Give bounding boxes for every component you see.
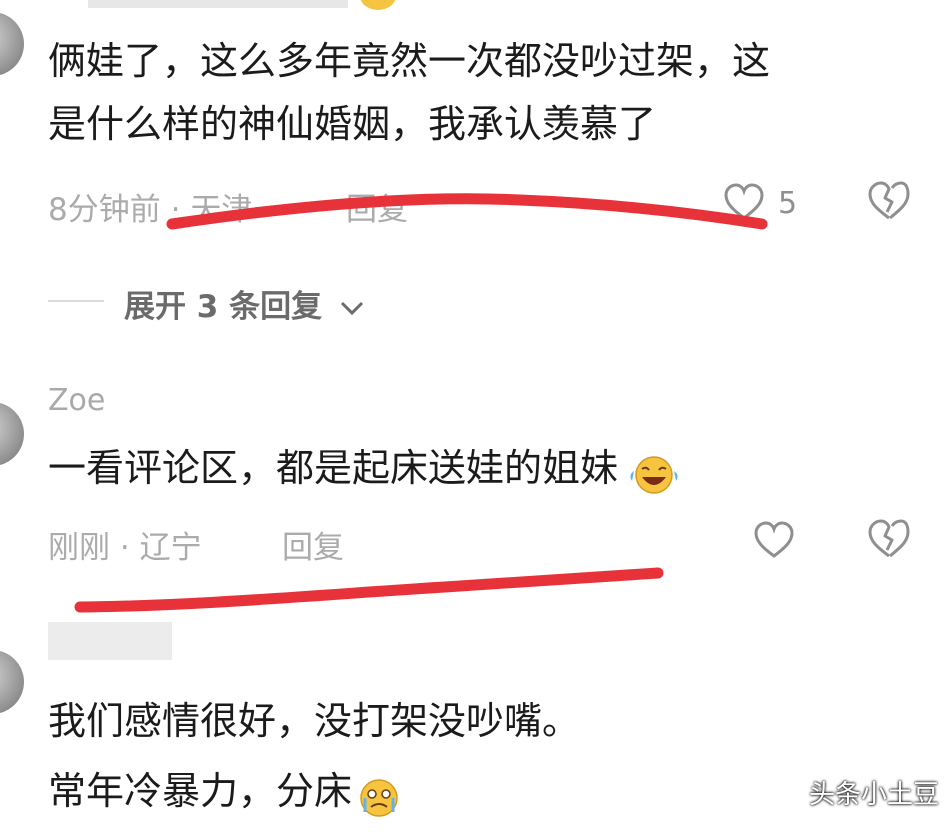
blurred-username	[88, 0, 348, 8]
comment-text-line: 我们感情很好，没打架没吵嘴。	[48, 699, 581, 743]
dislike-button[interactable]	[866, 518, 912, 560]
comment-text-line: 俩娃了，这么多年竟然一次都没吵过架，这	[48, 39, 771, 83]
heart-icon	[754, 521, 794, 558]
commenter-username[interactable]: Zoe	[48, 383, 105, 418]
commenter-avatar[interactable]	[0, 650, 24, 714]
emoji-avatar-badge	[360, 0, 396, 10]
broken-heart-icon	[868, 181, 910, 220]
comment-text-body: 常年冷暴力，分床	[48, 769, 353, 813]
comment-text: 一看评论区，都是起床送娃的姐妹	[48, 437, 684, 500]
comment-meta: 刚刚 · 辽宁	[48, 522, 202, 567]
like-button[interactable]	[722, 182, 766, 222]
expand-replies-label: 展开 3 条回复	[124, 289, 323, 325]
meta-separator: ·	[119, 530, 140, 566]
broken-heart-icon	[868, 519, 910, 558]
reply-button[interactable]: 回复	[282, 522, 344, 567]
comment-time: 刚刚	[48, 530, 110, 566]
commenter-avatar[interactable]	[0, 12, 24, 76]
expand-replies-button[interactable]: 展开 3 条回复	[124, 281, 365, 326]
heart-icon	[724, 183, 764, 220]
dislike-button[interactable]	[866, 180, 912, 222]
watermark-text: 头条小土豆	[808, 780, 939, 810]
comment-text-line: 是什么样的神仙婚姻，我承认羡慕了	[48, 102, 657, 146]
comment-text-body: 一看评论区，都是起床送娃的姐妹	[48, 446, 619, 490]
reply-button[interactable]: 回复	[346, 184, 408, 229]
crying-emoji-icon	[356, 774, 402, 817]
comment-text: 常年冷暴力，分床	[48, 760, 402, 823]
comment-location: 天津	[190, 192, 253, 228]
expand-divider	[48, 300, 104, 302]
like-count: 5	[778, 186, 798, 221]
comment-meta: 8分钟前 · 天津	[48, 184, 252, 229]
laughing-tears-emoji-icon	[624, 451, 684, 494]
comment-location: 辽宁	[139, 530, 202, 566]
blurred-username	[48, 622, 172, 660]
like-button[interactable]	[752, 520, 796, 560]
meta-separator: ·	[170, 192, 191, 228]
comment-time: 8分钟前	[48, 192, 161, 228]
chevron-down-icon	[340, 301, 364, 316]
commenter-avatar[interactable]	[0, 402, 24, 466]
